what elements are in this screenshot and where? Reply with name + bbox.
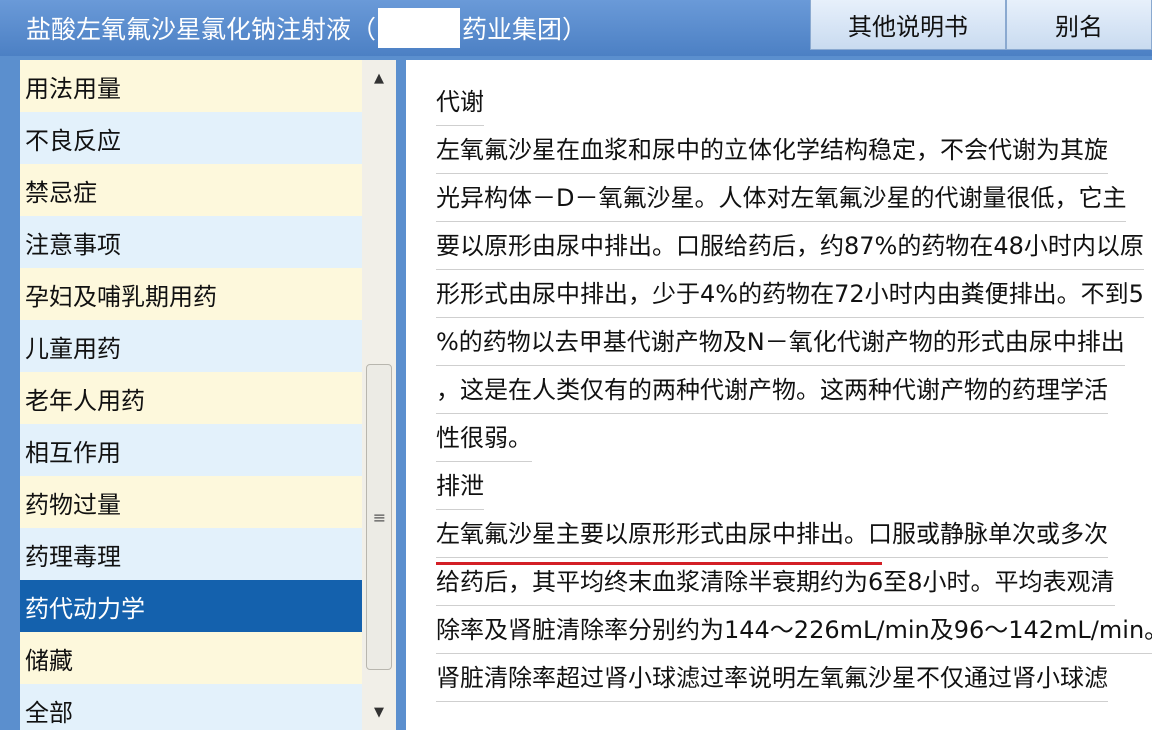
text-line: 给药后，其平均终末血浆清除半衰期约为6至8小时。平均表观清	[436, 558, 1115, 606]
scroll-up-arrow-icon[interactable]: ▲	[362, 60, 396, 96]
sidebar-item-overdose[interactable]: 药物过量	[20, 476, 362, 528]
grip-icon: ≡	[372, 507, 386, 527]
text-line: ，这是在人类仅有的两种代谢产物。这两种代谢产物的药理学活	[436, 366, 1108, 414]
sidebar-scrollbar[interactable]: ▲ ≡ ▼	[362, 60, 396, 730]
sidebar-item-geriatric-use[interactable]: 老年人用药	[20, 372, 362, 424]
sidebar-item-interactions[interactable]: 相互作用	[20, 424, 362, 476]
sidebar-item-dosage[interactable]: 用法用量	[20, 60, 362, 112]
window-title: 盐酸左氧氟沙星氯化钠注射液（ 药业集团）	[26, 8, 587, 48]
section-heading-metabolism: 代谢	[436, 78, 484, 126]
other-manuals-button[interactable]: 其他说明书	[810, 0, 1006, 50]
sidebar-item-pharmacokinetics[interactable]: 药代动力学	[20, 580, 362, 632]
text-line: 左氧氟沙星在血浆和尿中的立体化学结构稳定，不会代谢为其旋	[436, 126, 1108, 174]
sidebar-item-all[interactable]: 全部	[20, 684, 362, 730]
sidebar-item-adverse-reactions[interactable]: 不良反应	[20, 112, 362, 164]
scroll-thumb[interactable]: ≡	[366, 364, 392, 670]
sidebar: 用法用量 不良反应 禁忌症 注意事项 孕妇及哺乳期用药 儿童用药 老年人用药 相…	[20, 60, 362, 730]
content-text: 代谢 左氧氟沙星在血浆和尿中的立体化学结构稳定，不会代谢为其旋 光异构体－D－氧…	[436, 78, 1152, 702]
text-line: %的药物以去甲基代谢产物及N－氧化代谢产物的形式由尿中排出	[436, 318, 1125, 366]
text-line: 要以原形由尿中排出。口服给药后，约87%的药物在48小时内以原	[436, 222, 1144, 270]
content-panel: 代谢 左氧氟沙星在血浆和尿中的立体化学结构稳定，不会代谢为其旋 光异构体－D－氧…	[406, 60, 1152, 730]
sidebar-item-precautions[interactable]: 注意事项	[20, 216, 362, 268]
scroll-down-arrow-icon[interactable]: ▼	[362, 694, 396, 730]
title-bar: 盐酸左氧氟沙星氯化钠注射液（ 药业集团） 其他说明书 别名	[0, 0, 1152, 56]
sidebar-item-storage[interactable]: 储藏	[20, 632, 362, 684]
title-prefix: 盐酸左氧氟沙星氯化钠注射液（	[26, 15, 377, 44]
section-heading-excretion: 排泄	[436, 462, 484, 510]
alias-button[interactable]: 别名	[1006, 0, 1152, 50]
sidebar-item-pregnancy-lactation[interactable]: 孕妇及哺乳期用药	[20, 268, 362, 320]
sidebar-item-contraindications[interactable]: 禁忌症	[20, 164, 362, 216]
pane-divider[interactable]	[396, 56, 406, 730]
highlight-underline	[436, 562, 882, 565]
sidebar-item-pediatric-use[interactable]: 儿童用药	[20, 320, 362, 372]
redaction-box	[378, 8, 461, 48]
text-line: 肾脏清除率超过肾小球滤过率说明左氧氟沙星不仅通过肾小球滤	[436, 654, 1108, 702]
text-line: 形形式由尿中排出，少于4%的药物在72小时内由粪便排出。不到5	[436, 270, 1144, 318]
window-frame-left	[0, 56, 20, 730]
text-line: 光异构体－D－氧氟沙星。人体对左氧氟沙星的代谢量很低，它主	[436, 174, 1127, 222]
title-suffix: 药业集团）	[462, 15, 588, 44]
text-line: 除率及肾脏清除率分别约为144～226mL/min及96～142mL/min。	[436, 606, 1152, 654]
text-line: 性很弱。	[436, 414, 532, 462]
text-line-highlighted: 左氧氟沙星主要以原形形式由尿中排出。口服或静脉单次或多次	[436, 510, 1108, 558]
sidebar-item-pharmacology-toxicology[interactable]: 药理毒理	[20, 528, 362, 580]
